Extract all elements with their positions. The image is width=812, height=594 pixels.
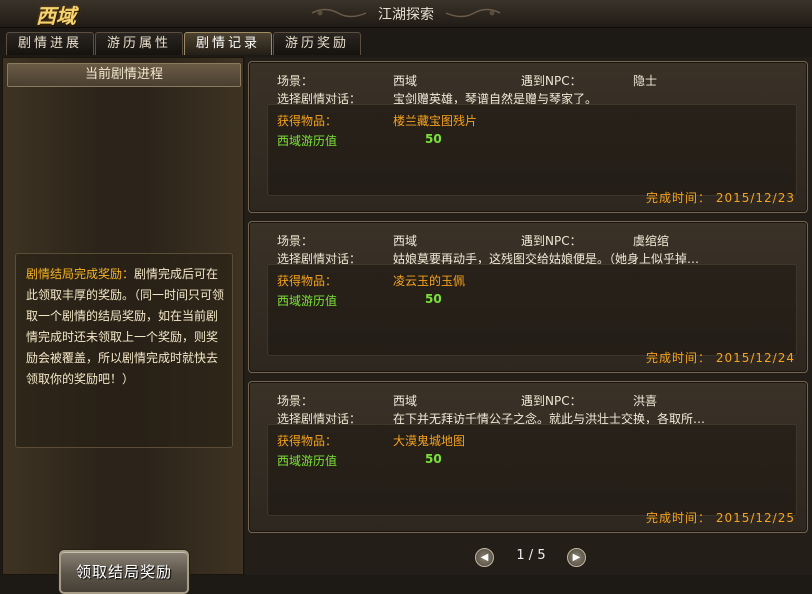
tab-story-record[interactable]: 剧情记录 [184, 32, 272, 55]
tab-travel-rewards[interactable]: 游历奖励 [273, 32, 361, 55]
record-card: 场景： 西域 遇到NPC： 洪喜 选择剧情对话： 在下并无拜访千情公子之念。就此… [248, 381, 808, 533]
left-panel: 当前剧情进程 剧情结局完成奖励：剧情完成后可在此领取丰厚的奖励。（同一时间只可领… [2, 57, 244, 594]
prev-page-icon[interactable]: ◀ [475, 548, 494, 567]
record-card: 场景： 西域 遇到NPC： 虞绾绾 选择剧情对话： 姑娘莫要再动手，这残图交给姑… [248, 221, 808, 373]
npc-label: 遇到NPC： [521, 394, 582, 408]
completion-time: 完成时间： 2015/12/23 [646, 189, 795, 206]
record-card: 场景： 西域 遇到NPC： 隐士 选择剧情对话： 宝剑赠英雄，琴谱自然是赠与琴家… [248, 61, 808, 213]
reward-box [267, 424, 797, 516]
current-progress-header: 当前剧情进程 [7, 63, 241, 87]
right-ornament-icon [445, 8, 501, 18]
npc-value: 洪喜 [633, 394, 658, 408]
scene-value: 西域 [393, 394, 418, 408]
completion-time-label: 完成时间： [645, 191, 711, 205]
scene-value: 西域 [393, 74, 418, 88]
scene-label: 场景： [277, 394, 314, 408]
tab-story-progress[interactable]: 剧情进展 [6, 32, 94, 55]
page-indicator: 1 / 5 [516, 548, 546, 563]
item-label: 获得物品： [277, 274, 338, 288]
item-value: 楼兰藏宝图残片 [393, 114, 478, 128]
pagination: ◀ 1 / 5 ▶ [475, 547, 595, 567]
reward-box [267, 104, 797, 196]
npc-value: 隐士 [633, 74, 658, 88]
tab-bar: 剧情进展 游历属性 剧情记录 游历奖励 [0, 30, 812, 56]
completion-time-value: 2015/12/23 [715, 191, 795, 205]
rules-box: 剧情结局完成奖励：剧情完成后可在此领取丰厚的奖励。（同一时间只可领取一个剧情的结… [15, 253, 233, 448]
reward-box [267, 264, 797, 356]
item-label: 获得物品： [277, 434, 338, 448]
completion-time-label: 完成时间： [645, 351, 711, 365]
item-label: 获得物品： [277, 114, 338, 128]
exp-value: 50 [425, 132, 442, 146]
exp-value: 50 [425, 452, 442, 466]
scene-label: 场景： [277, 74, 314, 88]
title-bar: 西域 江湖探索 [0, 0, 812, 28]
completion-time: 完成时间： 2015/12/25 [646, 509, 795, 526]
exp-label: 西域游历值 [277, 134, 338, 148]
completion-time-label: 完成时间： [645, 511, 711, 525]
exp-label: 西域游历值 [277, 454, 338, 468]
record-list: 场景： 西域 遇到NPC： 隐士 选择剧情对话： 宝剑赠英雄，琴谱自然是赠与琴家… [245, 57, 812, 575]
scene-label: 场景： [277, 234, 314, 248]
claim-ending-reward-button[interactable]: 领取结局奖励 [59, 550, 189, 594]
rules-text: 剧情完成后可在此领取丰厚的奖励。（同一时间只可领取一个剧情的结局奖励，如在当前剧… [26, 267, 225, 386]
next-page-icon[interactable]: ▶ [567, 548, 586, 567]
npc-label: 遇到NPC： [521, 74, 582, 88]
exp-label: 西域游历值 [277, 294, 338, 308]
window-title: 江湖探索 [378, 7, 434, 23]
npc-label: 遇到NPC： [521, 234, 582, 248]
npc-value: 虞绾绾 [633, 234, 670, 248]
item-value: 大漠鬼城地图 [393, 434, 466, 448]
scene-value: 西域 [393, 234, 418, 248]
item-value: 凌云玉的玉佩 [393, 274, 466, 288]
completion-time-value: 2015/12/25 [715, 511, 795, 525]
completion-time-value: 2015/12/24 [715, 351, 795, 365]
completion-time: 完成时间： 2015/12/24 [646, 349, 795, 366]
rules-title: 剧情结局完成奖励： [26, 267, 135, 281]
exp-value: 50 [425, 292, 442, 306]
tab-travel-attributes[interactable]: 游历属性 [95, 32, 183, 55]
